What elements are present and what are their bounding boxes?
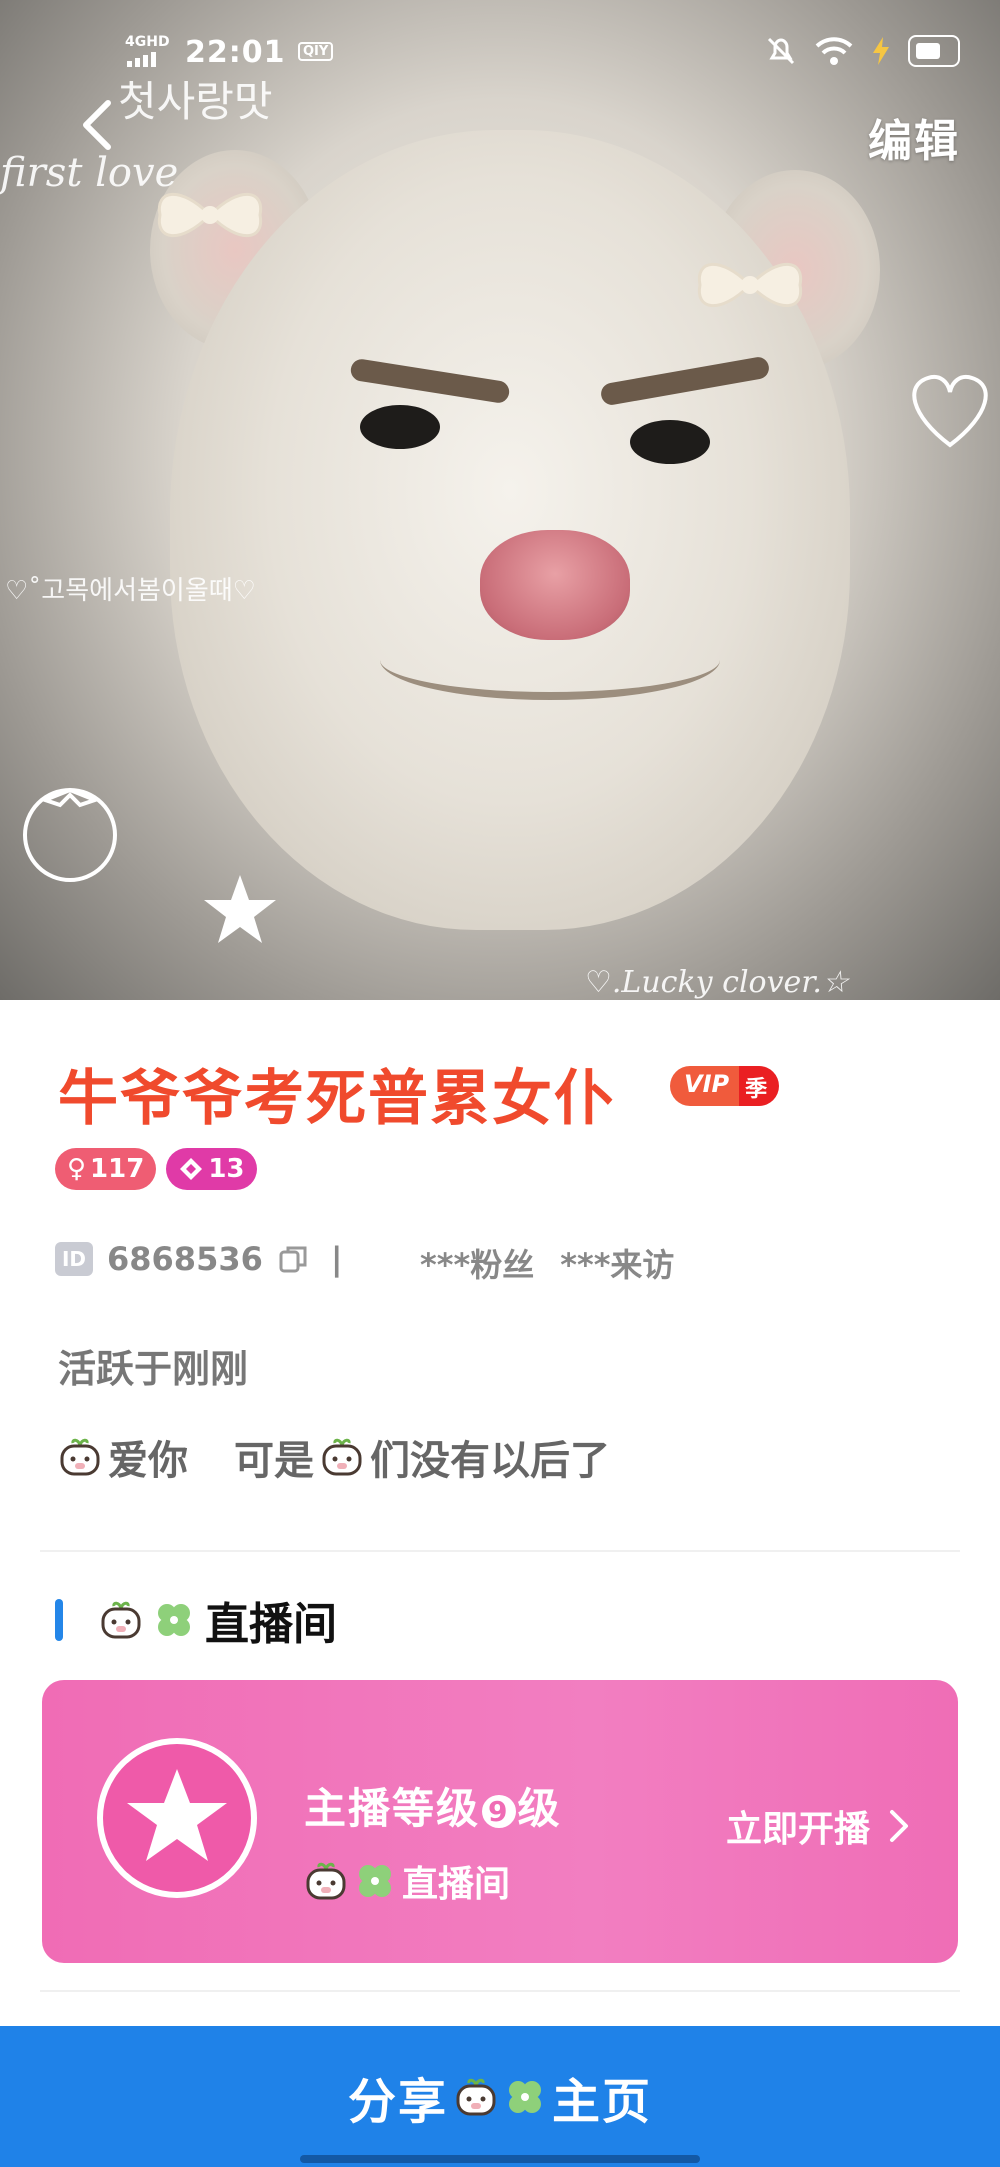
anchor-level-value: 9 bbox=[482, 1795, 516, 1828]
anchor-level-prefix: 主播等级 bbox=[304, 1784, 481, 1833]
chevron-right-icon bbox=[890, 1810, 908, 1842]
active-status: 活跃于刚刚 bbox=[58, 1347, 249, 1391]
pig-emoji-icon bbox=[60, 1438, 100, 1476]
qiy-app-icon: QIY bbox=[298, 42, 334, 61]
status-bar: 4GHD 22:01 QIY bbox=[0, 0, 1000, 110]
profile-screen: { "status_bar": { "network": "4GHD", "ti… bbox=[0, 0, 1000, 2167]
charging-icon bbox=[873, 37, 889, 65]
wealth-level-value: 13 bbox=[208, 1154, 245, 1184]
pig-emoji-icon bbox=[322, 1438, 362, 1476]
vip-season: 季 bbox=[739, 1066, 780, 1106]
network-type: 4GHD bbox=[125, 34, 170, 50]
vip-badge[interactable]: VIP 季 bbox=[670, 1066, 780, 1106]
vip-label: VIP bbox=[670, 1066, 740, 1106]
start-live-label: 立即开播 bbox=[725, 1809, 870, 1850]
gender-level-value: 117 bbox=[90, 1154, 145, 1184]
divider bbox=[40, 1550, 960, 1552]
live-section-title: 直播间 bbox=[55, 1588, 337, 1652]
female-icon: ♀ bbox=[67, 1154, 87, 1184]
bio-text-2: 可是 bbox=[234, 1438, 314, 1484]
live-section-label: 直播间 bbox=[205, 1599, 337, 1650]
back-icon[interactable] bbox=[78, 95, 118, 155]
diamond-icon bbox=[180, 1158, 203, 1180]
profile-stats: ***粉丝 ***来访 bbox=[420, 1240, 674, 1286]
tomato-doodle-icon bbox=[23, 787, 117, 882]
bio-text-3: 们没有以后了 bbox=[370, 1438, 610, 1484]
mute-bell-icon bbox=[767, 37, 795, 65]
id-tag: ID bbox=[55, 1242, 93, 1276]
anchor-level: 主播等级 9 级 bbox=[304, 1775, 562, 1836]
star-doodle-icon bbox=[204, 875, 276, 943]
heart-doodle-icon bbox=[912, 375, 988, 448]
live-room-card[interactable]: 主播等级 9 级 直播间 立即开播 bbox=[42, 1680, 958, 1963]
left-eye bbox=[360, 405, 440, 449]
right-eye bbox=[630, 420, 710, 464]
share-suffix: 主页 bbox=[552, 2073, 653, 2130]
pig-emoji-icon bbox=[306, 1862, 346, 1900]
level-badges: ♀ 117 13 bbox=[55, 1148, 257, 1190]
clover-emoji-icon bbox=[158, 1604, 190, 1636]
ferret-smile bbox=[380, 620, 720, 700]
id-row: ID 6868536 | bbox=[55, 1240, 343, 1278]
share-prefix: 分享 bbox=[347, 2073, 448, 2130]
bow-right-icon bbox=[697, 262, 803, 308]
cover-first-love: first love bbox=[0, 150, 179, 196]
section-accent-bar bbox=[55, 1599, 63, 1641]
start-live-button[interactable]: 立即开播 bbox=[726, 1800, 910, 1852]
live-room-label: 直播间 bbox=[402, 1864, 511, 1905]
status-time: 22:01 bbox=[185, 35, 286, 70]
bio-text-1: 爱你 bbox=[108, 1438, 188, 1484]
wealth-level-badge[interactable]: 13 bbox=[166, 1148, 257, 1190]
divider bbox=[40, 1990, 960, 1992]
fans-count[interactable]: ***粉丝 bbox=[420, 1240, 534, 1286]
cover-lucky-clover: ♡.Lucky clover.☆ bbox=[585, 965, 849, 1000]
visits-count[interactable]: ***来访 bbox=[560, 1240, 674, 1286]
profile-bio: 爱你 可是 们没有以后了 bbox=[58, 1428, 610, 1486]
battery-icon bbox=[908, 35, 960, 67]
pig-emoji-icon bbox=[456, 2078, 496, 2115]
edit-button[interactable]: 编辑 bbox=[868, 105, 960, 169]
copy-icon[interactable] bbox=[277, 1243, 309, 1275]
live-room-name: 直播间 bbox=[304, 1855, 510, 1907]
clover-emoji-icon bbox=[359, 1865, 391, 1897]
star-icon bbox=[127, 1769, 227, 1861]
clover-emoji-icon bbox=[509, 2080, 541, 2113]
home-indicator[interactable] bbox=[300, 2155, 700, 2163]
profile-name: 牛爷爷考死普累女仆 bbox=[58, 1064, 616, 1134]
pig-emoji-icon bbox=[101, 1601, 141, 1639]
anchor-level-suffix: 级 bbox=[517, 1784, 562, 1833]
gender-level-badge[interactable]: ♀ 117 bbox=[55, 1148, 157, 1190]
cover-photo: 첫사랑맛 first love ♡˚고목에서봄이올때♡ ♡.Lucky clov… bbox=[0, 0, 1000, 1000]
id-separator: | bbox=[330, 1240, 343, 1278]
signal-icon bbox=[127, 52, 156, 67]
wifi-icon bbox=[815, 37, 853, 65]
share-homepage-button[interactable]: 分享 主页 bbox=[0, 2026, 1000, 2167]
live-avatar bbox=[97, 1738, 257, 1898]
user-id: 6868536 bbox=[107, 1240, 263, 1278]
cover-korean-caption: ♡˚고목에서봄이올때♡ bbox=[5, 576, 256, 606]
